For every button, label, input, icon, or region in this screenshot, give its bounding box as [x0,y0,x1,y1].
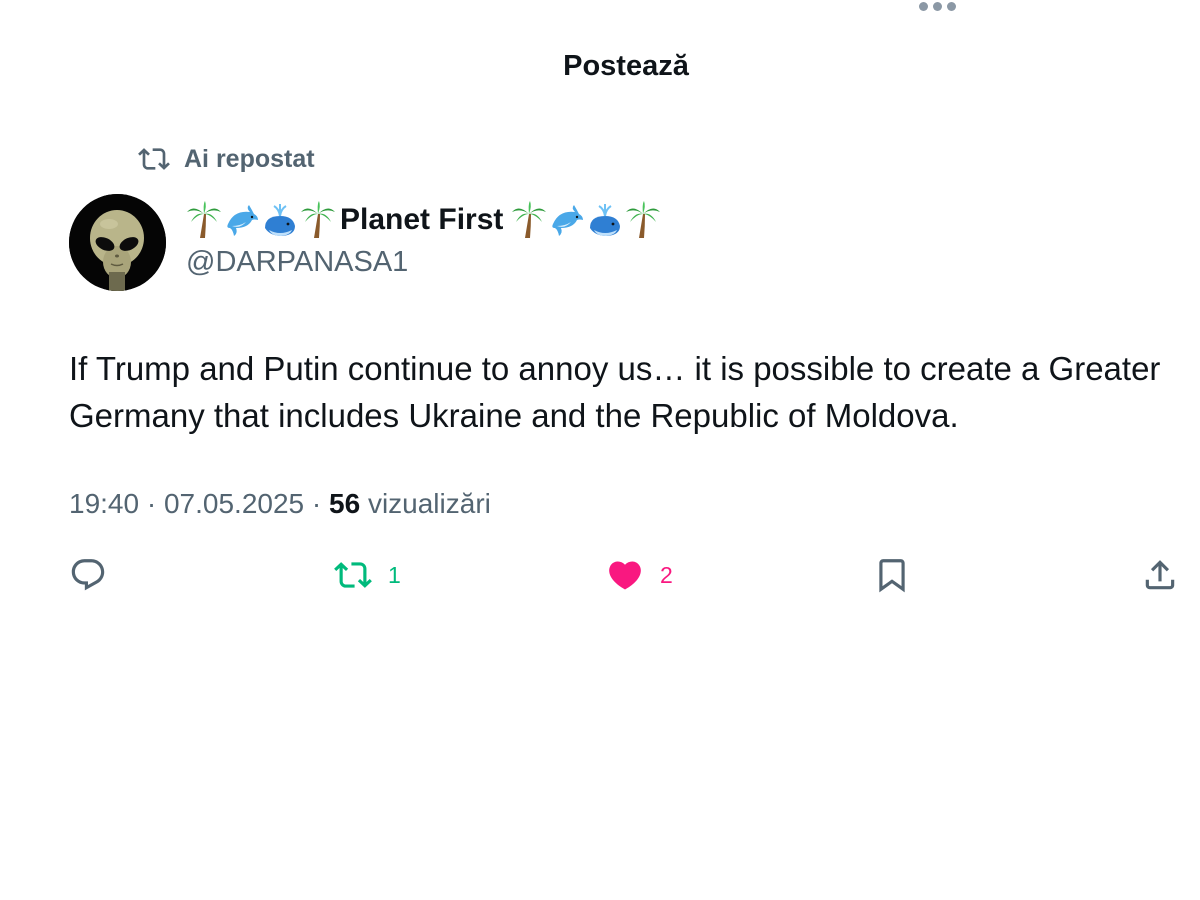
name-emoji-after [511,200,661,240]
spouting-whale-icon [265,204,295,236]
dot [947,1,956,11]
palm-tree-icon [301,201,335,238]
author-display-name[interactable]: Planet First [186,200,661,240]
bookmark-button[interactable] [873,556,911,594]
retweet-icon [334,562,372,588]
retweet-count: 1 [388,561,401,588]
tweet-date[interactable]: 07.05.2025 [164,488,304,519]
views-count: 56 [329,488,361,519]
dot [933,1,942,11]
views-label: vizualizări [367,488,491,519]
retweet-button[interactable]: 1 [334,556,401,594]
palm-tree-icon [512,201,547,238]
dot [919,1,928,11]
meta-separator: · [311,488,322,519]
action-bar: 1 2 [69,556,1177,600]
dolphin-icon [227,205,258,236]
palm-tree-icon [187,201,221,238]
meta-separator: · [146,488,157,519]
palm-tree-icon [626,201,661,238]
alien-face-icon [69,194,166,291]
reply-button[interactable] [69,556,107,594]
page-title: Postează [563,50,689,82]
dolphin-icon [552,205,584,236]
share-icon [1145,560,1175,590]
repost-label: Ai repostat [184,144,315,173]
name-emoji-before [186,200,336,240]
avatar[interactable] [69,194,166,291]
more-options-icon[interactable] [919,0,961,12]
tweet-text: If Trump and Putin continue to annoy us…… [69,350,1161,434]
tweet-meta: 19:40 · 07.05.2025 · 56 vizualizări [69,488,491,520]
author-handle[interactable]: @DARPANASA1 [186,246,408,279]
heart-icon [609,561,641,590]
reply-icon [71,559,105,591]
repost-context: Ai repostat [138,143,315,175]
share-button[interactable] [1141,556,1179,594]
like-button[interactable]: 2 [606,556,673,594]
tweet-time[interactable]: 19:40 [69,488,139,519]
spouting-whale-icon [590,204,621,236]
like-count: 2 [660,561,673,588]
display-name-text: Planet First [340,203,504,236]
bookmark-icon [879,559,905,593]
repost-icon [138,148,170,170]
